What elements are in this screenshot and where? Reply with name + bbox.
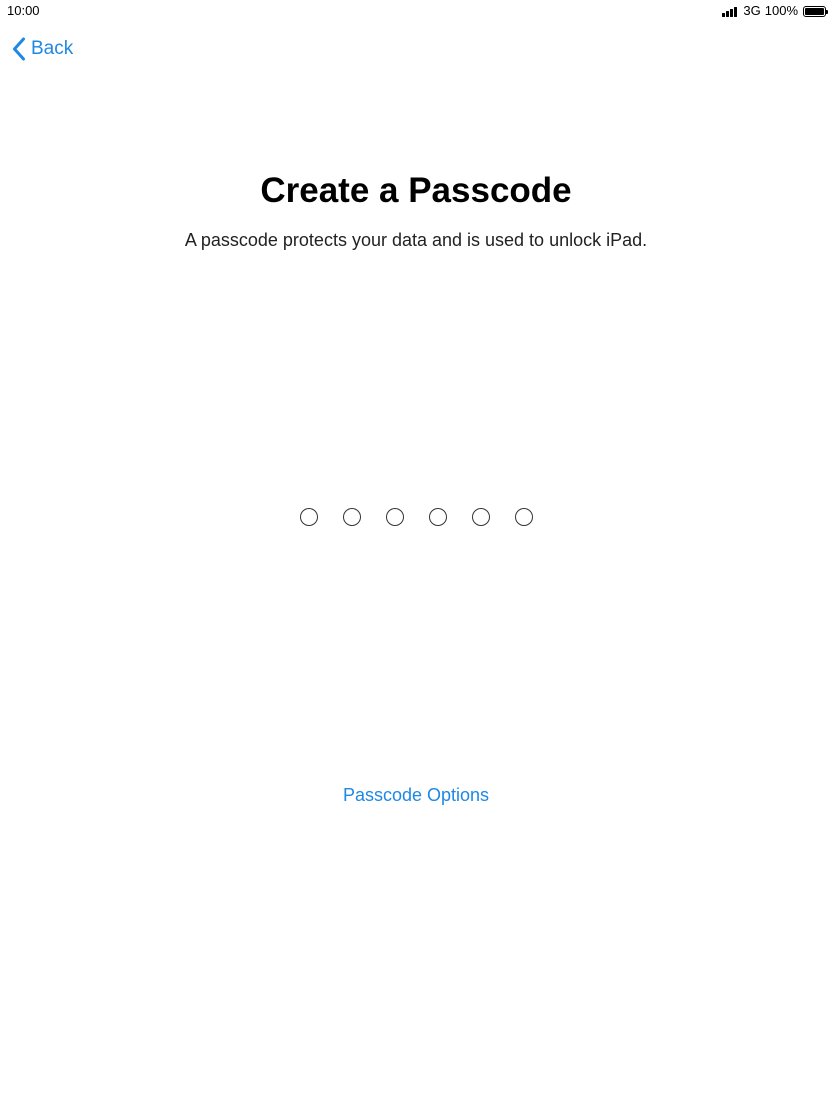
- battery-icon: [803, 5, 828, 17]
- chevron-left-icon: [13, 37, 25, 61]
- passcode-screen: 10:00 3G 100% Back Create a Passcode A p…: [0, 0, 832, 1109]
- passcode-dots[interactable]: [0, 506, 832, 528]
- passcode-dot: [299, 508, 318, 526]
- page-title: Create a Passcode: [260, 171, 572, 210]
- passcode-options-label[interactable]: Passcode Options: [343, 785, 489, 805]
- passcode-dot: [342, 508, 361, 526]
- battery-percent: 100%: [764, 3, 798, 18]
- status-time: 10:00: [7, 3, 40, 18]
- page-subtitle: A passcode protects your data and is use…: [184, 230, 648, 250]
- passcode-options-link[interactable]: Passcode Options: [0, 783, 832, 807]
- passcode-dot: [428, 508, 447, 526]
- back-button[interactable]: Back: [12, 36, 73, 62]
- passcode-dot: [385, 508, 404, 526]
- status-indicators: 3G 100%: [722, 3, 828, 19]
- back-label: Back: [31, 38, 74, 59]
- passcode-dot: [514, 508, 533, 526]
- passcode-dot: [471, 508, 490, 526]
- signal-icon: [722, 6, 738, 17]
- status-bar: 10:00 3G 100%: [0, 0, 832, 22]
- network-type: 3G: [743, 3, 761, 18]
